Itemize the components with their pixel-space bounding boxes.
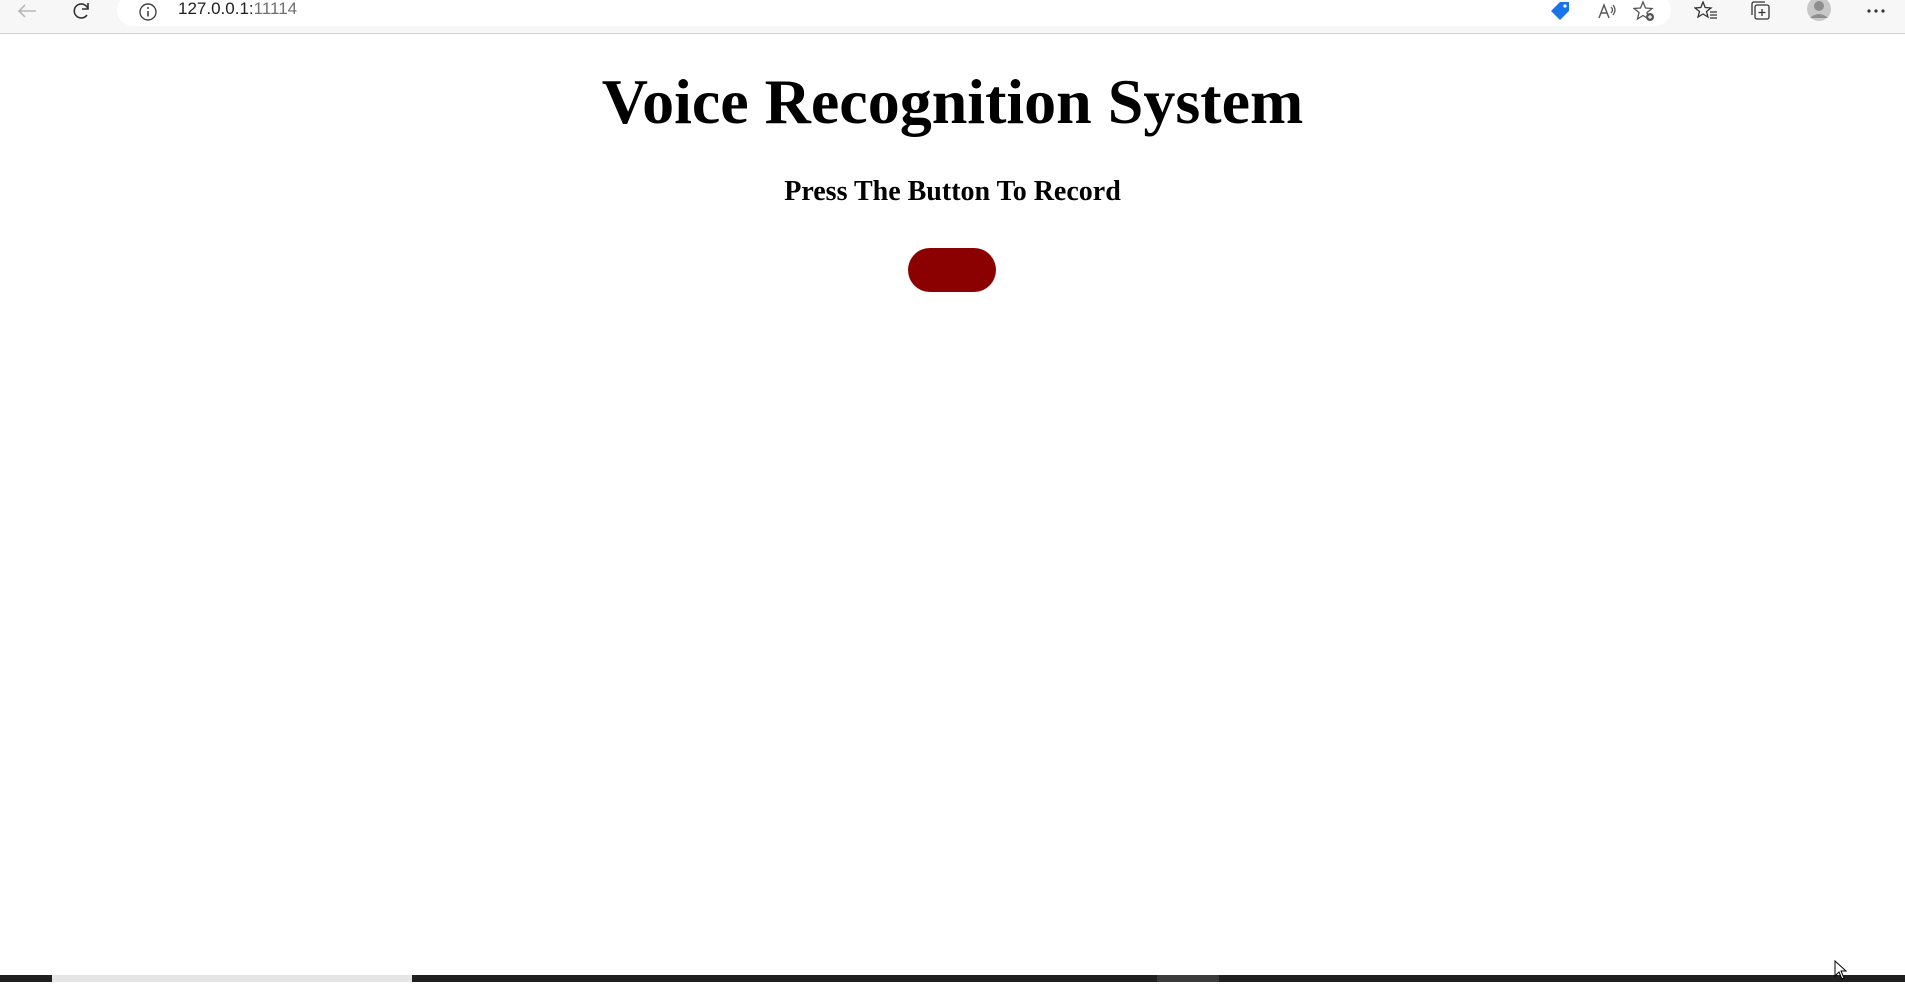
- read-aloud-icon[interactable]: [1592, 0, 1622, 22]
- coupon-tag-icon[interactable]: [1545, 0, 1575, 22]
- more-icon[interactable]: [1861, 0, 1891, 22]
- page-subtitle: Press The Button To Record: [784, 176, 1121, 207]
- address-bar[interactable]: 127.0.0.1:11114: [117, 0, 1671, 26]
- add-favorite-icon[interactable]: [1629, 0, 1659, 22]
- profile-icon[interactable]: [1804, 0, 1834, 22]
- page-title: Voice Recognition System: [601, 66, 1304, 137]
- page-content: Voice Recognition System Press The Butto…: [0, 35, 1905, 975]
- taskbar: [0, 975, 1905, 982]
- mouse-cursor-icon: [1834, 959, 1848, 985]
- collections-icon[interactable]: [1746, 0, 1776, 22]
- url-text[interactable]: 127.0.0.1:11114: [178, 0, 297, 19]
- refresh-icon[interactable]: [67, 0, 97, 22]
- record-button[interactable]: [908, 248, 996, 292]
- browser-toolbar: 127.0.0.1:11114: [0, 0, 1905, 34]
- site-info-icon[interactable]: [133, 1, 163, 23]
- url-port: 11114: [253, 0, 298, 18]
- favorites-icon[interactable]: [1691, 0, 1721, 22]
- back-icon[interactable]: [12, 0, 42, 22]
- taskbar-item[interactable]: [1157, 975, 1219, 982]
- url-host: 127.0.0.1:: [178, 0, 254, 18]
- taskbar-active-window[interactable]: [52, 975, 412, 982]
